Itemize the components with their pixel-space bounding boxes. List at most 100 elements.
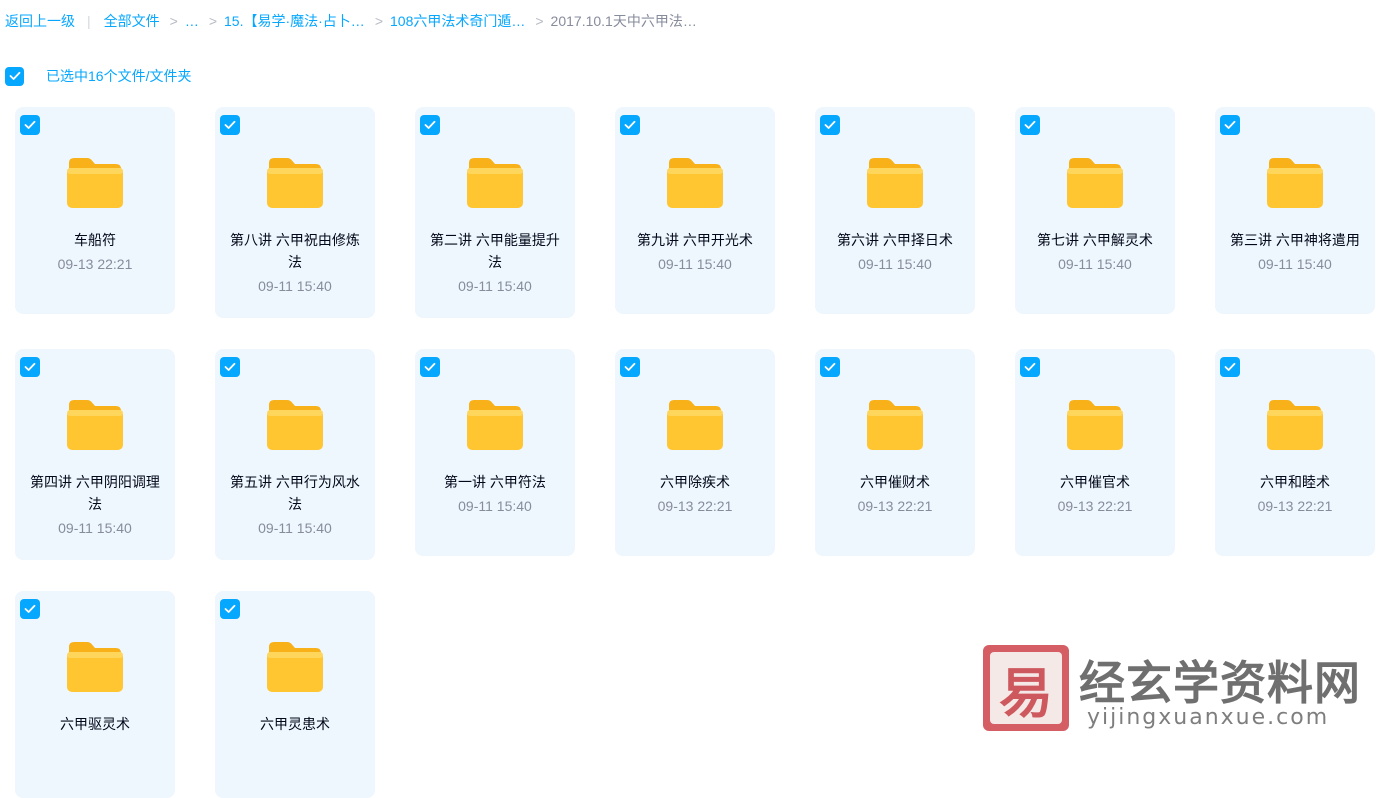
folder-checkbox[interactable] bbox=[620, 357, 640, 377]
check-icon bbox=[224, 362, 236, 371]
folder-checkbox[interactable] bbox=[1020, 357, 1040, 377]
folder-card-12[interactable]: 六甲催财术 09-13 22:21 bbox=[815, 349, 975, 556]
folder-icon bbox=[1267, 400, 1323, 450]
folder-checkbox[interactable] bbox=[20, 115, 40, 135]
check-icon bbox=[1224, 120, 1236, 129]
folder-name: 第八讲 六甲祝由修炼法 bbox=[230, 232, 360, 270]
breadcrumb: 返回上一级 | 全部文件 > … > 15.【易学·魔法·占卜… > 108六甲… bbox=[5, 10, 697, 32]
folder-modified-time: 09-11 15:40 bbox=[258, 520, 332, 536]
check-icon bbox=[824, 362, 836, 371]
folder-modified-time: 09-11 15:40 bbox=[58, 520, 132, 536]
folder-modified-time: 09-13 22:21 bbox=[657, 498, 733, 514]
check-icon bbox=[9, 71, 20, 80]
folder-card-9[interactable]: 第五讲 六甲行为风水法 09-11 15:40 bbox=[215, 349, 375, 560]
folder-checkbox[interactable] bbox=[820, 115, 840, 135]
folder-checkbox[interactable] bbox=[220, 599, 240, 619]
folder-checkbox[interactable] bbox=[220, 115, 240, 135]
folder-checkbox[interactable] bbox=[1220, 115, 1240, 135]
folder-name: 六甲催官术 bbox=[1060, 474, 1130, 490]
folder-checkbox[interactable] bbox=[1020, 115, 1040, 135]
folder-card-2[interactable]: 第八讲 六甲祝由修炼法 09-11 15:40 bbox=[215, 107, 375, 318]
folder-icon bbox=[267, 400, 323, 450]
check-icon bbox=[24, 362, 36, 371]
check-icon bbox=[1224, 362, 1236, 371]
breadcrumb-level-1[interactable]: 15.【易学·魔法·占卜… bbox=[224, 11, 365, 31]
folder-icon bbox=[467, 400, 523, 450]
selection-bar: 已选中16个文件/文件夹 bbox=[5, 66, 191, 86]
check-icon bbox=[424, 120, 436, 129]
folder-name: 第五讲 六甲行为风水法 bbox=[230, 474, 360, 512]
folder-icon bbox=[67, 158, 123, 208]
folder-name: 六甲除疾术 bbox=[660, 474, 730, 490]
check-icon bbox=[624, 362, 636, 371]
folder-checkbox[interactable] bbox=[620, 115, 640, 135]
folder-checkbox[interactable] bbox=[20, 599, 40, 619]
folder-checkbox[interactable] bbox=[420, 115, 440, 135]
file-grid: 车船符 09-13 22:21 第八讲 六甲祝由修炼法 09-11 15:40 … bbox=[15, 107, 1375, 798]
folder-card-3[interactable]: 第二讲 六甲能量提升法 09-11 15:40 bbox=[415, 107, 575, 318]
folder-card-14[interactable]: 六甲和睦术 09-13 22:21 bbox=[1215, 349, 1375, 556]
folder-name: 第九讲 六甲开光术 bbox=[637, 232, 753, 248]
folder-icon bbox=[267, 158, 323, 208]
check-icon bbox=[224, 604, 236, 613]
folder-name: 第七讲 六甲解灵术 bbox=[1037, 232, 1153, 248]
folder-icon bbox=[67, 642, 123, 692]
folder-modified-time: 09-11 15:40 bbox=[1258, 256, 1332, 272]
folder-checkbox[interactable] bbox=[20, 357, 40, 377]
folder-modified-time: 09-11 15:40 bbox=[458, 278, 532, 294]
folder-icon bbox=[1067, 400, 1123, 450]
folder-icon bbox=[1267, 158, 1323, 208]
folder-card-16[interactable]: 六甲灵患术 bbox=[215, 591, 375, 798]
chevron-right-icon: > bbox=[169, 13, 178, 29]
check-icon bbox=[624, 120, 636, 129]
select-all-checkbox[interactable] bbox=[5, 66, 24, 86]
folder-card-6[interactable]: 第七讲 六甲解灵术 09-11 15:40 bbox=[1015, 107, 1175, 314]
folder-card-8[interactable]: 第四讲 六甲阴阳调理法 09-11 15:40 bbox=[15, 349, 175, 560]
check-icon bbox=[424, 362, 436, 371]
folder-name: 第四讲 六甲阴阳调理法 bbox=[30, 474, 160, 512]
chevron-right-icon: > bbox=[208, 13, 218, 29]
folder-name: 第三讲 六甲神将遣用 bbox=[1230, 232, 1360, 248]
breadcrumb-divider: | bbox=[87, 13, 91, 29]
folder-name: 六甲驱灵术 bbox=[60, 716, 130, 732]
folder-modified-time: 09-11 15:40 bbox=[658, 256, 732, 272]
folder-checkbox[interactable] bbox=[820, 357, 840, 377]
folder-checkbox[interactable] bbox=[420, 357, 440, 377]
folder-modified-time: 09-11 15:40 bbox=[1058, 256, 1132, 272]
breadcrumb-collapsed[interactable]: … bbox=[185, 13, 199, 29]
folder-card-5[interactable]: 第六讲 六甲择日术 09-11 15:40 bbox=[815, 107, 975, 314]
folder-icon bbox=[667, 158, 723, 208]
folder-icon bbox=[1067, 158, 1123, 208]
check-icon bbox=[1024, 120, 1036, 129]
folder-card-13[interactable]: 六甲催官术 09-13 22:21 bbox=[1015, 349, 1175, 556]
check-icon bbox=[224, 120, 236, 129]
folder-name: 第六讲 六甲择日术 bbox=[837, 232, 953, 248]
folder-name: 六甲和睦术 bbox=[1260, 474, 1330, 490]
folder-modified-time: 09-13 22:21 bbox=[857, 498, 933, 514]
folder-card-11[interactable]: 六甲除疾术 09-13 22:21 bbox=[615, 349, 775, 556]
folder-name: 第二讲 六甲能量提升法 bbox=[430, 232, 560, 270]
breadcrumb-level-2[interactable]: 108六甲法术奇门遁… bbox=[390, 11, 525, 31]
folder-checkbox[interactable] bbox=[1220, 357, 1240, 377]
folder-modified-time: 09-13 22:21 bbox=[1257, 498, 1333, 514]
folder-icon bbox=[867, 158, 923, 208]
folder-checkbox[interactable] bbox=[220, 357, 240, 377]
chevron-right-icon: > bbox=[374, 13, 383, 29]
folder-icon bbox=[667, 400, 723, 450]
folder-card-1[interactable]: 车船符 09-13 22:21 bbox=[15, 107, 175, 314]
folder-modified-time: 09-11 15:40 bbox=[858, 256, 932, 272]
back-link[interactable]: 返回上一级 bbox=[5, 11, 75, 31]
folder-modified-time: 09-13 22:21 bbox=[1057, 498, 1133, 514]
selection-count: 已选中16个文件/文件夹 bbox=[46, 68, 192, 84]
folder-card-4[interactable]: 第九讲 六甲开光术 09-11 15:40 bbox=[615, 107, 775, 314]
chevron-right-icon: > bbox=[535, 13, 544, 29]
folder-card-15[interactable]: 六甲驱灵术 bbox=[15, 591, 175, 798]
folder-name: 第一讲 六甲符法 bbox=[444, 474, 546, 490]
folder-icon bbox=[267, 642, 323, 692]
breadcrumb-all-files[interactable]: 全部文件 bbox=[104, 11, 160, 31]
breadcrumb-current: 2017.10.1天中六甲法… bbox=[550, 13, 697, 29]
check-icon bbox=[24, 120, 36, 129]
folder-card-7[interactable]: 第三讲 六甲神将遣用 09-11 15:40 bbox=[1215, 107, 1375, 314]
folder-card-10[interactable]: 第一讲 六甲符法 09-11 15:40 bbox=[415, 349, 575, 556]
folder-icon bbox=[867, 400, 923, 450]
